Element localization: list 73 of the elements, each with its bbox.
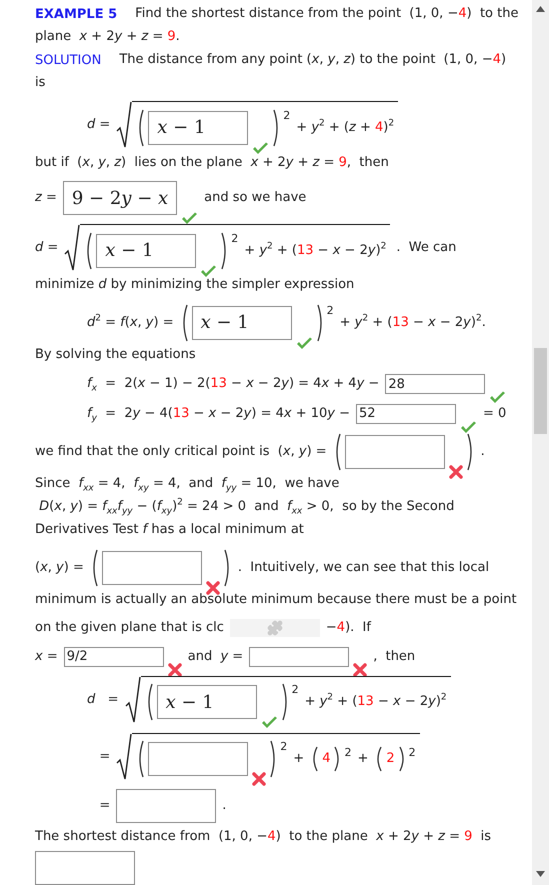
math-text: −4). If [326,619,371,638]
math-text: , then [373,648,416,666]
math-text: = [98,748,110,766]
radical-sign-icon [64,224,80,272]
math-text: . Intuitively, we can see that this local [238,558,490,577]
math-text: By solving the equations [35,346,196,364]
puzzle-icon [266,620,283,636]
exponent: 2 [408,746,416,760]
math-text: + y$^{2}$ + (13 − x − 2y)$^{2}$. [340,314,486,332]
math-text: = [98,797,110,816]
math-text: . [222,797,226,816]
math-text: + y$^{2}$ + (13 − x − 2y)$^{2}$ [304,693,447,712]
radical-sign-icon [116,732,132,781]
math-text: z = [35,189,57,208]
math-text: 2 [386,750,395,768]
exponent: 2 [326,304,334,317]
math-text: but if (x, y, z) lies on the plane x + 2y + z = 9, then [35,154,389,172]
math-text: on the given plane that is clc [35,619,224,638]
math-text: + y$^{2}$ + (13 − x − 2y)$^{2}$ [244,242,386,260]
math-text: + y$^{2}$ + (z + 4)$^{2}$ [296,118,394,137]
math-text: + [293,750,304,768]
math-text: d = [87,690,119,709]
answer-field[interactable] [102,550,202,585]
answer-field[interactable]: 52 [356,404,456,424]
math-text: . We can [396,239,456,258]
math-text: . [480,442,485,461]
math-text: (x, y) = [35,558,84,577]
exponent: 2 [292,683,299,696]
exponent: 2 [283,108,290,122]
math-text: and so we have [204,189,306,208]
math-text: minimize d by minimizing the simpler expression [35,276,354,294]
math-text: Derivatives Test f has a local minimum at [35,521,304,540]
math-text: Find the shortest distance from the point (1, 0, −4) to the [135,5,518,23]
math-text: d = [87,116,110,134]
answer-field[interactable] [249,646,350,667]
radical-sign-icon [116,101,132,150]
answer-field[interactable] [344,434,445,469]
exponent: 2 [231,232,238,245]
math-text: f$_{y}$ = 2y − 4(13 − x − 2y) = 4x + 10y − [87,404,350,422]
math-text: we find that the only critical point is (x, y) = [35,442,327,461]
answer-field[interactable]: x − 1 [148,110,248,145]
section-label: SOLUTION [35,52,102,68]
section-label: EXAMPLE 5 [35,6,118,22]
answer-field[interactable]: x − 1 [156,685,257,720]
math-text: Since f$_{xx}$ = 4, f$_{xy}$ = 4, and f$_{yy}$ = 10, we have [35,475,340,494]
answer-field[interactable]: x − 1 [96,234,196,268]
math-text: f$_{x}$ = 2(x − 1) − 2(13 − x − 2y) = 4x + 4y − [87,375,380,394]
answer-field[interactable]: 28 [385,374,486,394]
math-text: is [35,74,46,92]
math-text: minimum is actually an absolute minimum because there must be a point [35,591,517,610]
math-text: The shortest distance from (1, 0, −4) to the plane x + 2y + z = 9 is [35,828,492,846]
answer-field[interactable] [116,789,216,824]
answer-field[interactable]: 9 − 2y − x [62,181,178,216]
scroll-up-icon[interactable] [536,6,545,12]
radical-sign-icon [124,676,141,724]
math-text: The distance from any point (x, y, z) to the point (1, 0, −4) [119,51,506,69]
answer-field[interactable] [35,851,135,885]
exponent: 2 [280,740,288,754]
math-text: + [357,750,368,768]
math-text: d = [35,239,58,258]
math-text: = 0 [483,404,506,422]
math-text: x = [35,648,58,666]
scrollbar-thumb[interactable] [534,348,547,434]
math-text: and y = [188,648,244,666]
exponent: 2 [344,746,352,760]
answer-field[interactable]: 9/2 [64,646,164,667]
answer-field[interactable]: x − 1 [192,306,292,340]
answer-field[interactable] [148,742,248,776]
math-text: d$^{2}$ = f(x, y) = [87,314,174,332]
scroll-down-icon[interactable] [536,871,545,877]
math-text: D(x, y) = f$_{xx}$f$_{yy}$ − (f$_{xy}$)$^{2}$ = 24 > 0 and f$_{xx}$ > 0, so by the Second [38,498,454,516]
math-text: plane x + 2y + z = 9. [35,28,180,46]
math-text: 4 [322,750,330,768]
